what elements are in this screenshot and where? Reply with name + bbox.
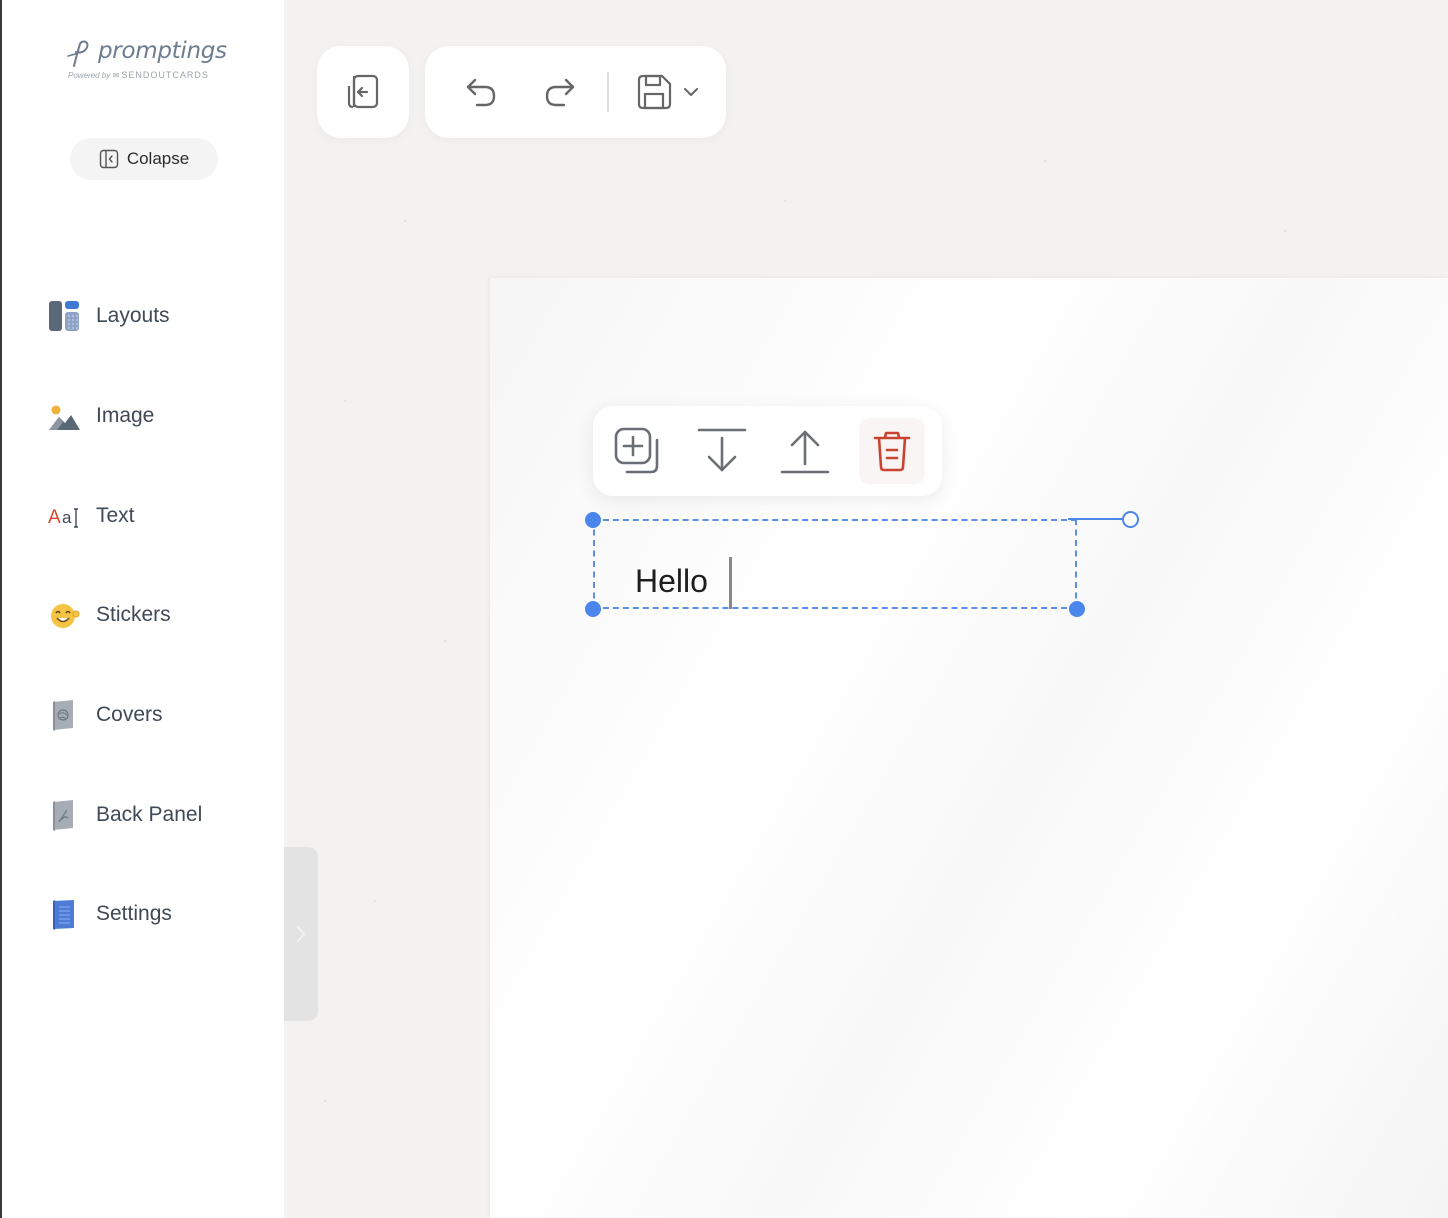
powered-by-label: Powered by: [68, 71, 111, 80]
texture-speck: [374, 900, 376, 902]
send-backward-icon: [697, 428, 747, 472]
powered-by: Powered by ✉ SENDOUTCARDS: [68, 70, 209, 80]
save-button[interactable]: [627, 66, 707, 118]
save-icon: [637, 74, 672, 110]
collapse-label: Colapse: [126, 149, 190, 168]
sidebar-item-image[interactable]: Image: [46, 394, 266, 438]
duplicate-button[interactable]: [609, 422, 667, 480]
brand-logo: promptings Powered by ✉ SENDOUTCARDS: [64, 38, 234, 86]
sidebar-item-label: Image: [96, 404, 155, 427]
sidebar-item-text[interactable]: A a Text: [46, 494, 266, 538]
covers-icon: [46, 697, 82, 733]
texture-speck: [404, 220, 406, 222]
chevron-down-icon[interactable]: [683, 86, 699, 98]
partner-name: SENDOUTCARDS: [121, 70, 209, 80]
text-element-content[interactable]: Hello: [635, 563, 708, 600]
panel-expand-tab[interactable]: [284, 847, 318, 1021]
exit-toolbar: [317, 46, 409, 138]
delete-button[interactable]: [859, 418, 925, 484]
stickers-icon: [46, 597, 82, 633]
rotation-connector: [1068, 518, 1124, 520]
collapse-button[interactable]: Colapse: [70, 138, 218, 180]
bring-forward-button[interactable]: [776, 422, 834, 480]
sidebar-item-settings[interactable]: Settings: [46, 892, 266, 936]
collapse-icon: [99, 149, 119, 169]
svg-text:A: A: [48, 507, 61, 528]
redo-icon: [545, 78, 575, 107]
sidebar-item-label: Layouts: [96, 304, 170, 327]
image-icon: [46, 398, 82, 434]
duplicate-icon: [614, 427, 659, 474]
bring-forward-icon: [780, 430, 830, 474]
history-toolbar: [425, 46, 726, 138]
sidebar-item-stickers[interactable]: Stickers: [46, 593, 266, 637]
brand-name: promptings: [98, 38, 227, 64]
redo-button[interactable]: [534, 66, 586, 118]
back-panel-icon: [46, 797, 82, 833]
text-caret: [729, 557, 732, 609]
texture-speck: [344, 400, 346, 402]
exit-editor-button[interactable]: [317, 46, 409, 138]
svg-text:a: a: [62, 508, 72, 527]
sidebar-item-covers[interactable]: Covers: [46, 693, 266, 737]
promptings-logo-icon: [67, 40, 89, 67]
sidebar-item-label: Text: [96, 504, 135, 527]
texture-speck: [1284, 230, 1286, 232]
layouts-icon: [46, 298, 82, 334]
texture-speck: [444, 640, 446, 642]
resize-handle-bottom-left[interactable]: [585, 601, 601, 617]
undo-button[interactable]: [455, 66, 507, 118]
chevron-right-icon: [297, 926, 306, 942]
text-element[interactable]: Hello: [593, 519, 1077, 609]
texture-speck: [324, 1100, 326, 1102]
texture-speck: [1044, 160, 1046, 162]
toolbar-divider: [607, 72, 609, 112]
send-backward-button[interactable]: [693, 422, 751, 480]
resize-handle-top-left[interactable]: [585, 512, 601, 528]
trash-icon: [873, 431, 911, 472]
resize-handle-bottom-right[interactable]: [1069, 601, 1085, 617]
sidebar-item-label: Stickers: [96, 603, 171, 626]
sidebar-item-label: Covers: [96, 703, 163, 726]
texture-speck: [784, 200, 786, 202]
rotate-handle[interactable]: [1122, 511, 1139, 528]
exit-editor-icon: [347, 74, 379, 109]
sidebar: promptings Powered by ✉ SENDOUTCARDS Col…: [2, 0, 284, 1218]
sidebar-item-label: Back Panel: [96, 803, 203, 826]
sidebar-item-layouts[interactable]: Layouts: [46, 294, 266, 338]
sidebar-item-label: Settings: [96, 902, 172, 925]
undo-icon: [466, 78, 496, 107]
text-icon: A a: [46, 498, 82, 534]
settings-icon: [46, 896, 82, 932]
sidebar-item-back-panel[interactable]: Back Panel: [46, 793, 266, 837]
element-toolbar: [593, 406, 942, 496]
